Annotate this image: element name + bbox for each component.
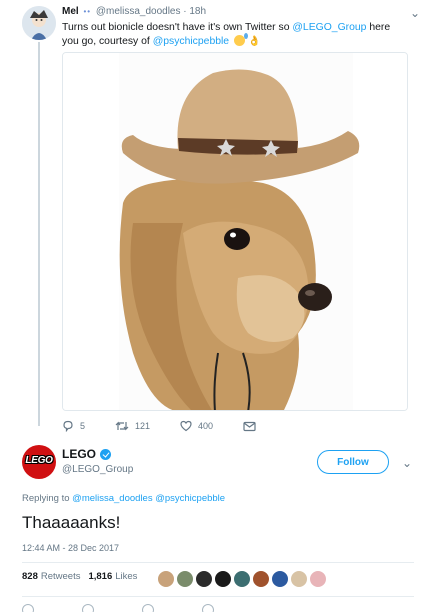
divider xyxy=(22,562,414,563)
retweet-icon[interactable] xyxy=(82,604,94,612)
liker-avatars xyxy=(157,570,328,588)
author-name-row: LEGO xyxy=(62,447,112,461)
replying-to: Replying to @melissa_doodles @psychicpeb… xyxy=(22,493,225,504)
dog-cowboy-hat-photo xyxy=(63,53,407,410)
replying-mentions[interactable]: @melissa_doodles @psychicpebble xyxy=(72,493,225,504)
lego-logo-avatar[interactable]: LEGO xyxy=(22,445,56,479)
author-handle[interactable]: @melissa_doodles xyxy=(96,6,181,17)
liker-avatar[interactable] xyxy=(233,570,251,588)
liker-avatar[interactable] xyxy=(271,570,289,588)
lego-logo-text: LEGO xyxy=(25,455,53,466)
liker-avatar[interactable] xyxy=(176,570,194,588)
tweet-time[interactable]: · 18h xyxy=(183,6,206,17)
heart-icon xyxy=(180,420,192,432)
likes-count: 1,816 xyxy=(88,571,113,582)
envelope-icon xyxy=(243,421,256,431)
name-emoji: •• xyxy=(83,7,92,16)
like-count: 400 xyxy=(198,421,214,431)
reply-icon xyxy=(63,420,73,432)
reply-count: 5 xyxy=(80,421,86,431)
tweet-actions: 5 121 400 xyxy=(62,418,286,434)
author-name[interactable]: Mel xyxy=(62,6,79,17)
replying-prefix: Replying to xyxy=(22,493,73,504)
reply-icon[interactable] xyxy=(22,604,34,612)
thread-connector xyxy=(38,42,40,426)
mention-link[interactable]: @psychicpebble xyxy=(153,36,229,47)
retweets-stat[interactable]: 828 Retweets xyxy=(22,571,80,582)
bottom-actions xyxy=(22,604,262,612)
reply-button[interactable]: 5 xyxy=(62,420,85,432)
retweets-count: 828 xyxy=(22,571,38,582)
avatar[interactable] xyxy=(22,6,56,40)
liker-avatar[interactable] xyxy=(252,570,270,588)
liker-avatar[interactable] xyxy=(195,570,213,588)
ok-hand-emoji: 👌 xyxy=(247,36,261,47)
tweet-timestamp[interactable]: 12:44 AM - 28 Dec 2017 xyxy=(22,543,119,553)
follow-button[interactable]: Follow xyxy=(317,450,389,474)
author-handle[interactable]: @LEGO_Group xyxy=(62,464,133,475)
tweet-text: Turns out bionicle doesn't have it's own… xyxy=(62,21,408,49)
verified-badge-icon xyxy=(100,448,112,460)
mention-link[interactable]: @LEGO_Group xyxy=(292,22,366,33)
tweet-text-part: Turns out bionicle doesn't have it's own… xyxy=(62,22,293,33)
retweets-label: Retweets xyxy=(40,571,81,582)
direct-message-button[interactable] xyxy=(243,421,256,432)
like-button[interactable]: 400 xyxy=(180,420,213,432)
liker-avatar[interactable] xyxy=(214,570,232,588)
author-name[interactable]: LEGO xyxy=(62,447,96,461)
grimacing-sweat-emoji xyxy=(233,33,248,46)
retweet-button[interactable]: 121 xyxy=(115,420,150,432)
heart-icon[interactable] xyxy=(142,604,154,612)
chevron-down-icon[interactable]: ⌄ xyxy=(402,456,412,470)
liker-avatar[interactable] xyxy=(309,570,327,588)
avatar-illustration xyxy=(22,6,56,40)
tweet-media-image[interactable] xyxy=(62,52,408,411)
likes-label: Likes xyxy=(115,571,138,582)
liker-avatar[interactable] xyxy=(290,570,308,588)
retweet-count: 121 xyxy=(135,421,151,431)
tweet-header: Mel •• @melissa_doodles · 18h xyxy=(62,6,414,17)
retweet-icon xyxy=(115,421,129,431)
likes-stat[interactable]: 1,816 Likes xyxy=(88,571,137,582)
envelope-icon[interactable] xyxy=(202,604,214,612)
chevron-down-icon[interactable]: ⌄ xyxy=(410,6,420,20)
divider xyxy=(22,596,414,597)
liker-avatar[interactable] xyxy=(157,570,175,588)
tweet-text: Thaaaaanks! xyxy=(22,513,121,532)
tweet-stats: 828 Retweets 1,816 Likes xyxy=(22,571,145,582)
